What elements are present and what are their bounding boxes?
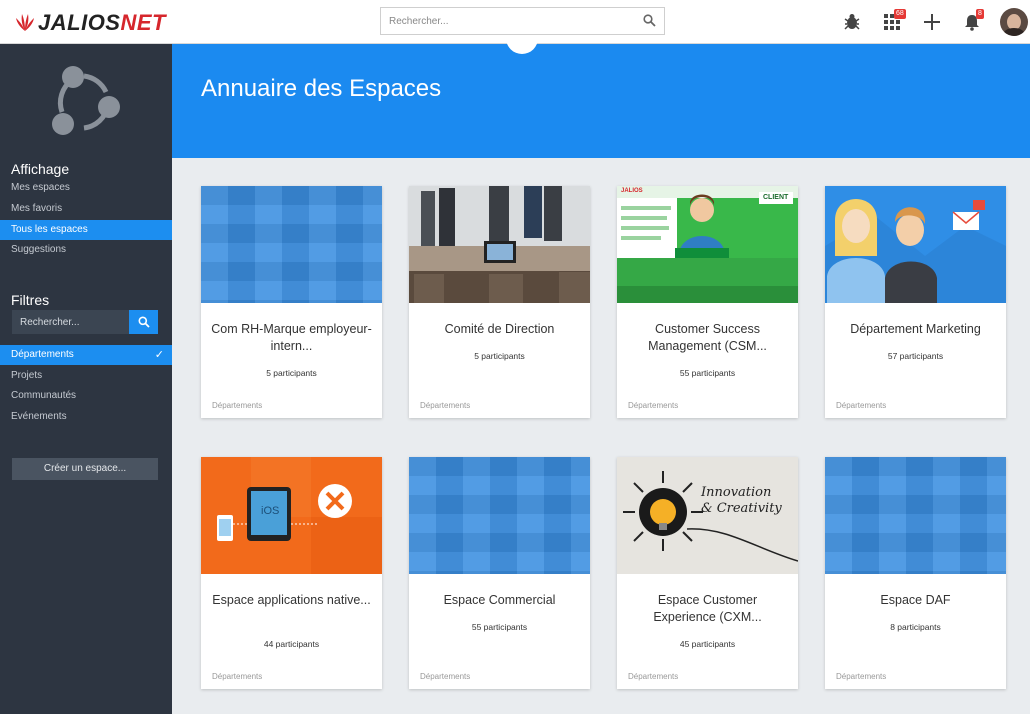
- create-space-button[interactable]: Créer un espace...: [12, 458, 158, 480]
- image-brand-label: JALIOS: [621, 188, 643, 194]
- space-cover-image: Innovation & Creativity: [617, 457, 798, 574]
- space-participants: 45 participants: [679, 639, 736, 649]
- spaces-share-icon: [52, 66, 120, 135]
- space-participants: 55 participants: [471, 622, 528, 632]
- global-search-input[interactable]: [381, 8, 621, 34]
- image-creativity-label: & Creativity: [701, 501, 782, 516]
- mobile-apps-illustration: [201, 457, 382, 574]
- sidebar-item-mes-favoris[interactable]: Mes favoris: [0, 199, 172, 219]
- space-title[interactable]: Département Marketing: [833, 321, 998, 338]
- space-title[interactable]: Com RH-Marque employeur-intern...: [209, 321, 374, 355]
- image-innovation-label: Innovation: [701, 485, 772, 500]
- notifications-badge: 8: [976, 9, 984, 19]
- notifications-button[interactable]: 8: [952, 0, 992, 44]
- space-cover-image: [825, 186, 1006, 303]
- filter-search-button[interactable]: [129, 310, 158, 334]
- space-card[interactable]: Espace Commercial 55 participants Départ…: [409, 457, 590, 689]
- global-search[interactable]: [380, 7, 665, 35]
- space-card[interactable]: Département Marketing 57 participants Dé…: [825, 186, 1006, 418]
- space-cover-image: iOS: [201, 457, 382, 574]
- filter-item-projets[interactable]: Projets: [0, 366, 172, 386]
- jalios-logo[interactable]: JALIOSNET: [14, 10, 166, 36]
- space-card[interactable]: Comité de Direction 5 participants Dépar…: [409, 186, 590, 418]
- space-card[interactable]: Innovation & Creativity Espace Customer …: [617, 457, 798, 689]
- space-category: Départements: [628, 672, 679, 681]
- space-category: Départements: [628, 401, 679, 410]
- space-participants: 57 participants: [887, 351, 944, 361]
- sidebar-item-mes-espaces[interactable]: Mes espaces: [0, 178, 172, 198]
- space-cover-image: CLIENT JALIOS: [617, 186, 798, 303]
- space-title[interactable]: Espace Customer Experience (CXM...: [625, 592, 790, 626]
- space-title[interactable]: Espace DAF: [833, 592, 998, 609]
- space-card[interactable]: CLIENT JALIOS Customer Success Managemen…: [617, 186, 798, 418]
- space-title[interactable]: Customer Success Management (CSM...: [625, 321, 790, 355]
- sidebar: Affichage Mes espaces Mes favoris Tous l…: [0, 44, 172, 714]
- filter-item-label: Départements: [11, 349, 74, 360]
- search-icon: [138, 316, 150, 328]
- apps-badge: 68: [894, 9, 906, 19]
- image-client-label: CLIENT: [763, 194, 789, 201]
- space-participants: 55 participants: [679, 368, 736, 378]
- user-avatar[interactable]: [1000, 8, 1028, 36]
- page-header: Annuaire des Espaces: [172, 44, 1030, 158]
- space-participants: 5 participants: [266, 368, 317, 378]
- page-title: Annuaire des Espaces: [201, 75, 442, 102]
- sidebar-item-tous-les-espaces[interactable]: Tous les espaces: [0, 220, 172, 240]
- space-card[interactable]: iOS Espace applications native... 44 par…: [201, 457, 382, 689]
- jalios-flower-icon: [16, 14, 34, 31]
- filter-item-communautes[interactable]: Communautés: [0, 386, 172, 406]
- space-category: Départements: [836, 401, 887, 410]
- logo-text: JALIOSNET: [38, 10, 166, 35]
- space-category: Départements: [420, 672, 471, 681]
- space-category: Départements: [836, 672, 887, 681]
- filtres-heading: Filtres: [11, 292, 50, 308]
- space-cover-image: [825, 457, 1006, 574]
- plus-icon: [924, 14, 940, 30]
- space-title[interactable]: Espace Commercial: [417, 592, 582, 609]
- filter-item-evenements[interactable]: Evénements: [0, 407, 172, 427]
- apps-button[interactable]: 68: [872, 0, 912, 44]
- search-icon[interactable]: [643, 14, 656, 27]
- space-participants: 44 participants: [263, 639, 320, 649]
- space-title[interactable]: Espace applications native...: [209, 592, 374, 609]
- space-cover-image: [409, 186, 590, 303]
- sidebar-item-suggestions[interactable]: Suggestions: [0, 240, 172, 260]
- customer-success-illustration: [617, 186, 798, 303]
- affichage-heading: Affichage: [11, 161, 70, 177]
- space-card[interactable]: Espace DAF 8 participants Départements: [825, 457, 1006, 689]
- filter-search-input[interactable]: [12, 310, 129, 334]
- image-ios-label: iOS: [261, 505, 280, 517]
- space-card[interactable]: Com RH-Marque employeur-intern... 5 part…: [201, 186, 382, 418]
- bug-icon: [844, 14, 860, 30]
- space-title[interactable]: Comité de Direction: [417, 321, 582, 338]
- marketing-illustration: [825, 199, 1006, 303]
- filter-search[interactable]: [12, 310, 158, 334]
- meeting-room-illustration: [409, 186, 590, 303]
- space-cover-image: [201, 186, 382, 303]
- bug-report-button[interactable]: [832, 0, 872, 44]
- filter-item-departements[interactable]: Départements ✓: [0, 345, 172, 365]
- space-category: Départements: [420, 401, 471, 410]
- space-category: Départements: [212, 401, 263, 410]
- space-category: Départements: [212, 672, 263, 681]
- space-participants: 5 participants: [474, 351, 525, 361]
- checkmark-icon: ✓: [154, 349, 164, 361]
- add-button[interactable]: [912, 0, 952, 44]
- space-participants: 8 participants: [890, 622, 941, 632]
- space-cover-image: [409, 457, 590, 574]
